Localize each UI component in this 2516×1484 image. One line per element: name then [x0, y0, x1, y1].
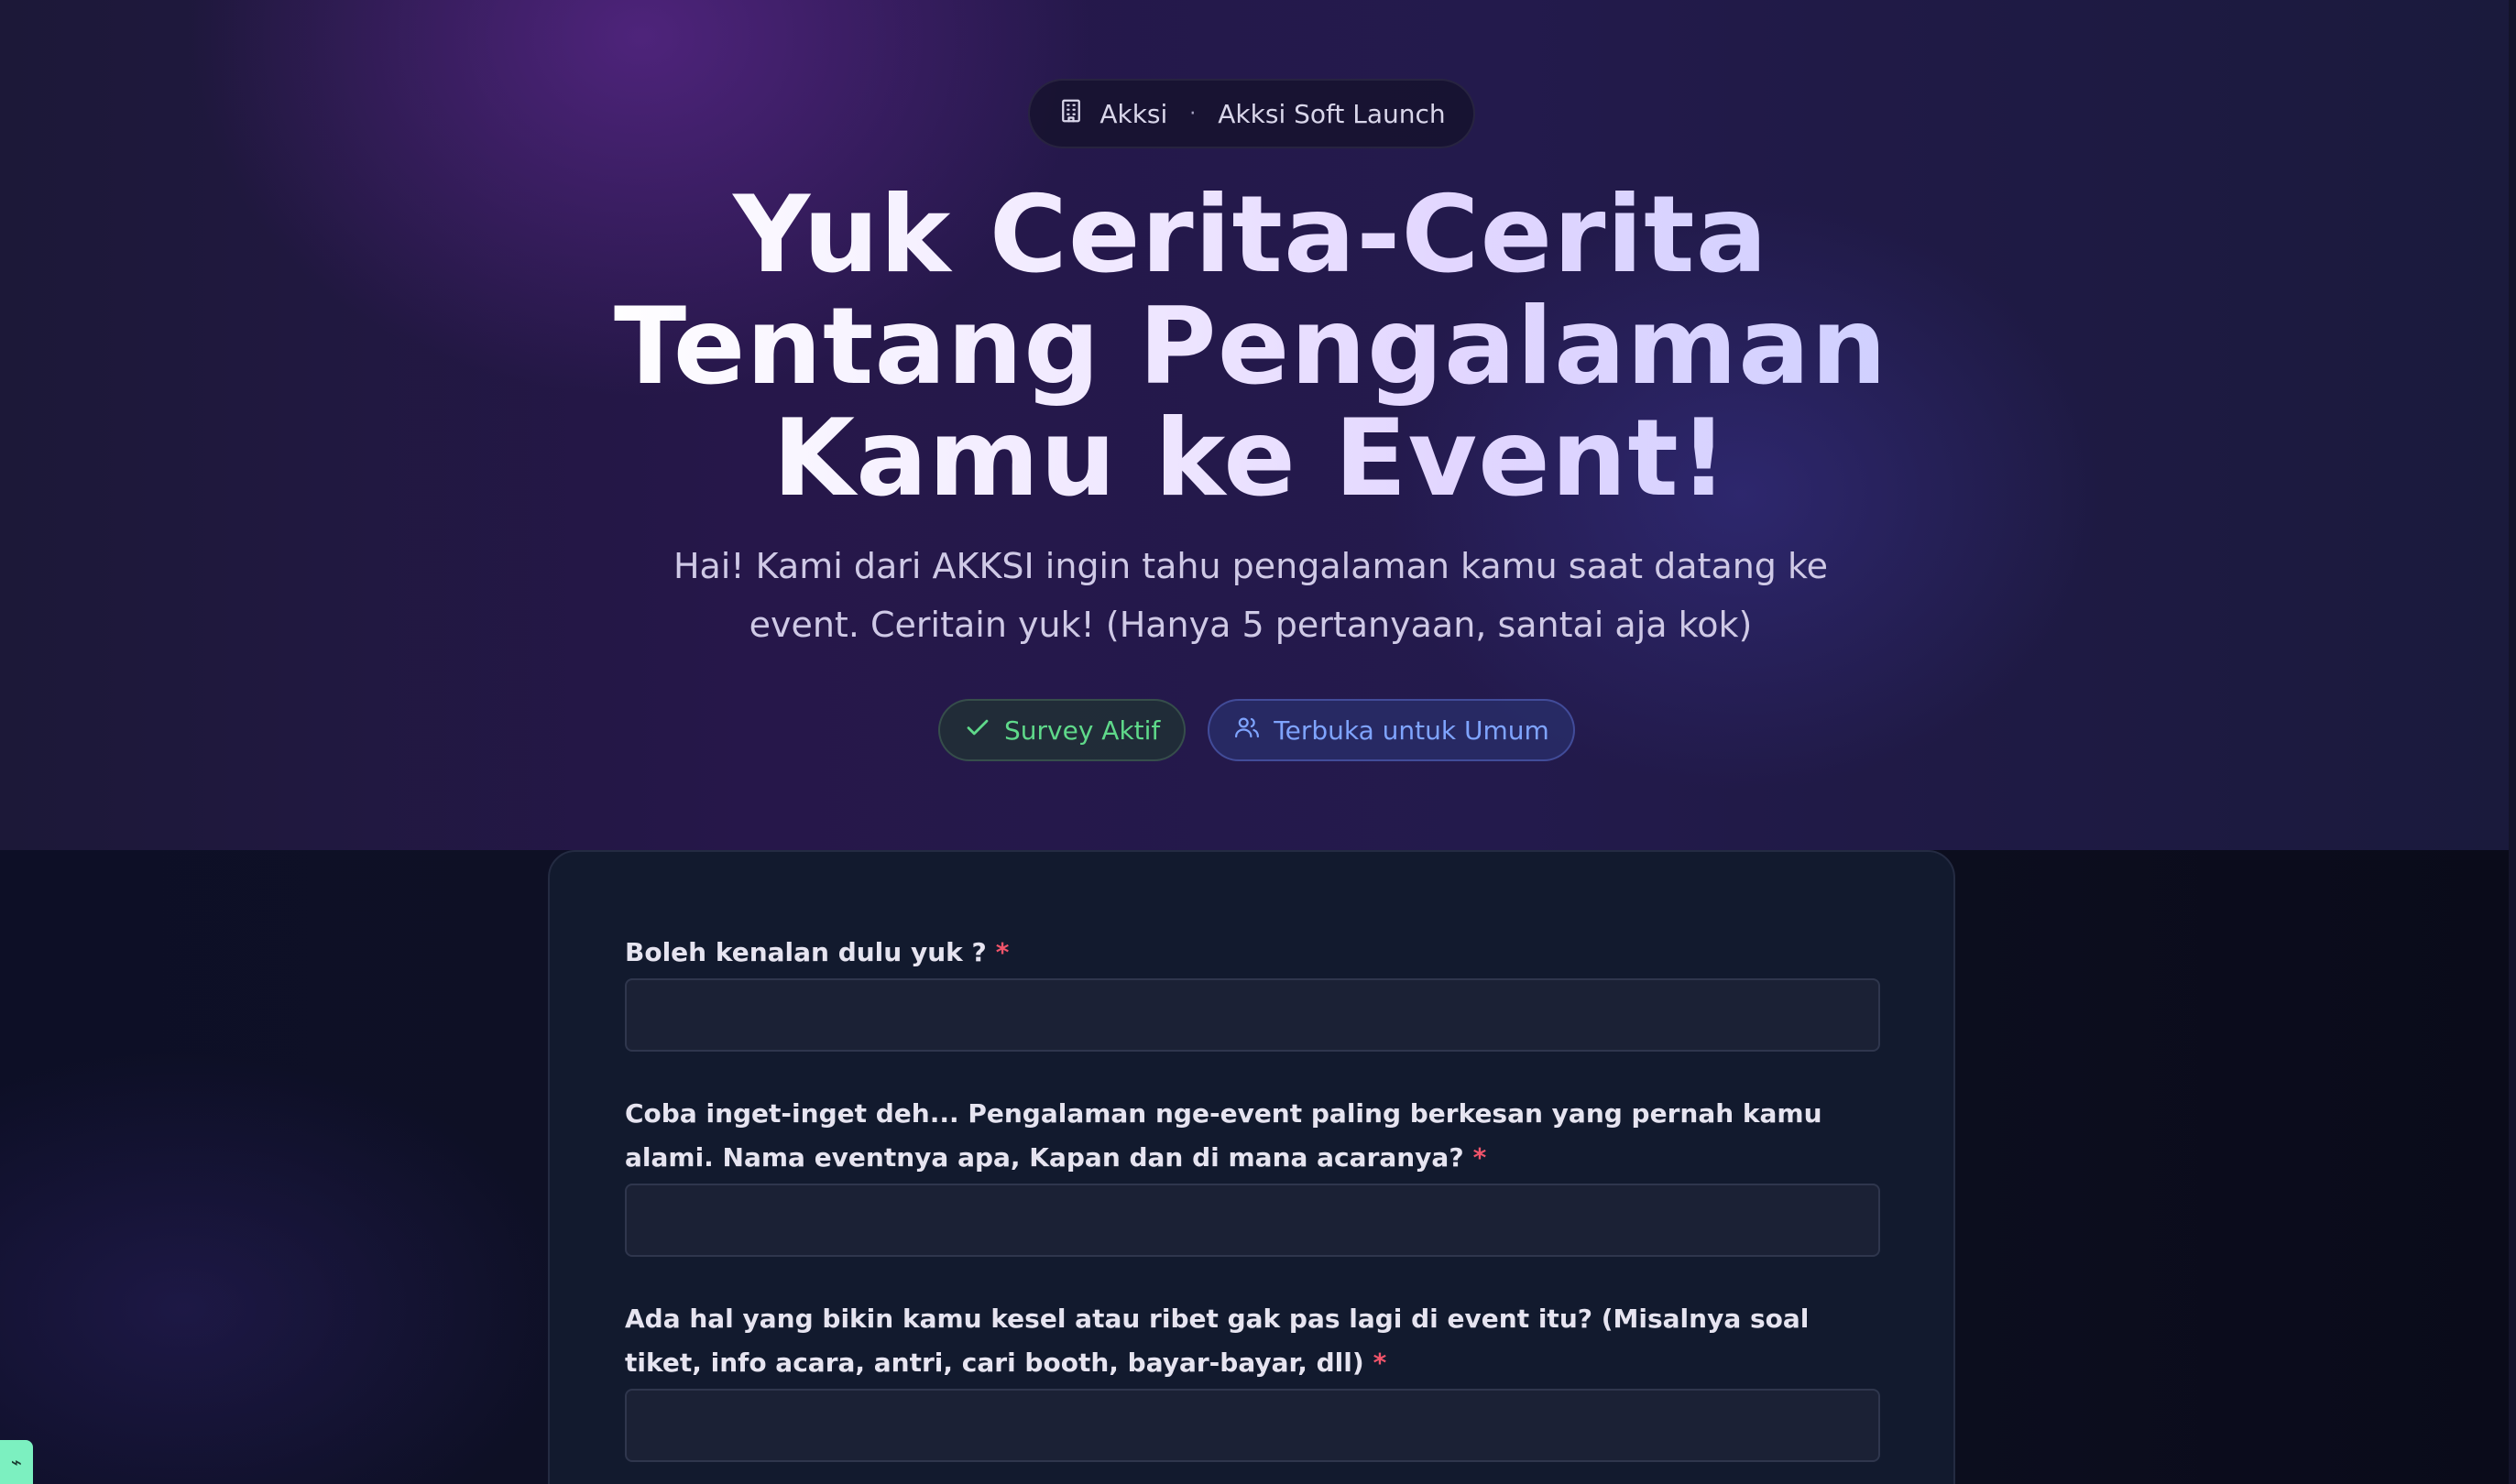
survey-form-card: Boleh kenalan dulu yuk ? * Coba inget-ing…	[548, 850, 1955, 1484]
scrollbar[interactable]	[2509, 0, 2516, 1484]
required-marker: *	[995, 937, 1010, 967]
question-3-text: Ada hal yang bikin kamu kesel atau ribet…	[625, 1304, 1810, 1378]
title-line-3: Kamu ke Event!	[772, 397, 1729, 520]
question-2-text: Coba inget-inget deh... Pengalaman nge-e…	[625, 1098, 1822, 1173]
widget-icon: ⌁	[10, 1451, 23, 1473]
status-badges: Survey Aktif Terbuka untuk Umum	[938, 699, 1575, 761]
question-2-input[interactable]	[625, 1184, 1880, 1257]
check-icon	[964, 714, 991, 747]
public-access-label: Terbuka untuk Umum	[1274, 715, 1549, 746]
public-access-badge: Terbuka untuk Umum	[1208, 699, 1575, 761]
question-3: Ada hal yang bikin kamu kesel atau ribet…	[625, 1297, 1880, 1462]
breadcrumb-org: Akksi	[1099, 98, 1168, 129]
question-3-input[interactable]	[625, 1389, 1880, 1462]
question-1-label: Boleh kenalan dulu yuk ? *	[625, 931, 1880, 975]
page-subtitle: Hai! Kami dari AKKSI ingin tahu pengalam…	[673, 546, 1829, 645]
breadcrumb-event: Akksi Soft Launch	[1218, 98, 1446, 129]
question-2-label: Coba inget-inget deh... Pengalaman nge-e…	[625, 1092, 1880, 1180]
breadcrumb-separator: ·	[1189, 102, 1197, 125]
question-2: Coba inget-inget deh... Pengalaman nge-e…	[625, 1092, 1880, 1257]
survey-active-badge: Survey Aktif	[938, 699, 1187, 761]
floating-widget-button[interactable]: ⌁	[0, 1440, 33, 1484]
users-icon	[1233, 714, 1261, 747]
building-icon	[1057, 97, 1085, 131]
question-1-text: Boleh kenalan dulu yuk ?	[625, 937, 987, 967]
question-1-input[interactable]	[625, 978, 1880, 1052]
title-line-2: Tentang Pengalaman	[613, 285, 1888, 409]
page-title: Yuk Cerita-Cerita Tentang Pengalaman Kam…	[586, 180, 1915, 515]
question-3-label: Ada hal yang bikin kamu kesel atau ribet…	[625, 1297, 1880, 1385]
question-1: Boleh kenalan dulu yuk ? *	[625, 931, 1880, 1052]
required-marker: *	[1472, 1142, 1487, 1173]
title-line-1: Yuk Cerita-Cerita	[733, 173, 1768, 297]
required-marker: *	[1373, 1348, 1387, 1378]
survey-active-label: Survey Aktif	[1004, 715, 1161, 746]
breadcrumb: Akksi · Akksi Soft Launch	[1028, 79, 1475, 148]
